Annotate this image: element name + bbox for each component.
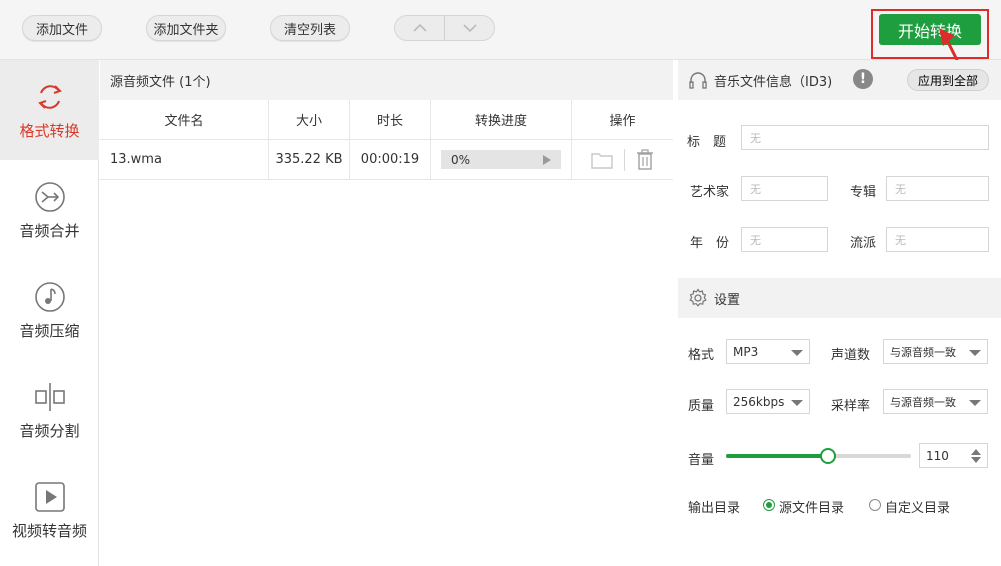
sidebar-item-audio-split[interactable]: 音频分割 (0, 360, 99, 460)
start-convert-button[interactable]: 开始转换 (879, 14, 981, 45)
play-icon[interactable] (543, 155, 551, 165)
samplerate-select[interactable]: 与源音频一致 (883, 389, 988, 414)
headphones-icon (689, 72, 707, 89)
volume-slider-handle[interactable] (819, 448, 836, 464)
album-label: 专辑 (850, 185, 877, 200)
folder-icon[interactable] (590, 150, 614, 170)
sidebar-item-label: 音频合并 (19, 221, 80, 240)
chevron-up-icon (412, 23, 427, 32)
apply-all-button[interactable]: 应用到全部 (906, 69, 989, 91)
quality-select[interactable]: 256kbps (726, 389, 810, 414)
divider (624, 148, 625, 171)
settings-section-header: 设置 (678, 278, 1001, 318)
file-duration: 00:00:19 (350, 140, 431, 179)
music-note-icon (34, 281, 65, 312)
file-name: 13.wma (100, 140, 269, 179)
sidebar-item-audio-compress[interactable]: 音频压缩 (0, 260, 99, 360)
chevron-down-icon (791, 400, 803, 406)
samplerate-label: 采样率 (831, 399, 871, 414)
clear-list-button[interactable]: 清空列表 (270, 15, 350, 41)
volume-label: 音量 (688, 453, 715, 468)
toolbar: 添加文件 添加文件夹 清空列表 开始转换 (0, 0, 1001, 77)
format-select[interactable]: MP3 (726, 339, 810, 364)
chevron-down-icon (791, 350, 803, 356)
sidebar-item-label: 音频压缩 (19, 321, 80, 340)
output-dir-label: 输出目录 (688, 501, 741, 516)
format-value: MP3 (733, 344, 759, 359)
progress-cell: 0% (431, 140, 572, 179)
id3-section-header: 音乐文件信息（ID3) ! 应用到全部 (678, 60, 1001, 100)
operations-cell (572, 140, 673, 179)
format-label: 格式 (688, 348, 715, 363)
progress-bar: 0% (441, 150, 561, 169)
move-buttons (394, 15, 495, 41)
title-input[interactable]: 无 (741, 125, 989, 150)
genre-label: 流派 (850, 236, 877, 251)
merge-icon (34, 181, 65, 212)
quality-label: 质量 (688, 399, 715, 414)
column-header: 时长 (350, 100, 431, 139)
channels-value: 与源音频一致 (890, 345, 956, 359)
play-icon (34, 481, 65, 512)
volume-value: 110 (926, 448, 949, 463)
add-folder-button[interactable]: 添加文件夹 (146, 15, 226, 41)
channels-label: 声道数 (831, 348, 871, 363)
add-file-button[interactable]: 添加文件 (22, 15, 102, 41)
info-icon[interactable]: ! (853, 69, 873, 89)
year-input[interactable]: 无 (741, 227, 828, 252)
chevron-down-icon (462, 24, 477, 33)
artist-label: 艺术家 (690, 185, 730, 200)
output-source-radio[interactable] (763, 499, 775, 511)
gear-icon (689, 288, 707, 307)
split-icon (34, 382, 65, 411)
artist-input[interactable]: 无 (741, 176, 828, 201)
file-list-title: 源音频文件 (1个) (110, 74, 211, 90)
sidebar-item-label: 格式转换 (19, 121, 80, 140)
right-panel: 音乐文件信息（ID3) ! 应用到全部 标 题 无 艺术家 无 专辑 无 年 份… (678, 60, 1001, 566)
table-header-row: 文件名 大小 时长 转换进度 操作 (100, 100, 673, 140)
album-input[interactable]: 无 (886, 176, 989, 201)
file-list-header: 源音频文件 (1个) (100, 60, 673, 100)
volume-slider[interactable] (726, 448, 911, 464)
samplerate-value: 与源音频一致 (890, 395, 956, 409)
year-label: 年 份 (690, 236, 730, 251)
settings-title: 设置 (714, 292, 741, 308)
column-header: 操作 (609, 114, 636, 129)
column-header: 转换进度 (431, 100, 572, 139)
progress-text: 0% (451, 152, 471, 167)
column-header: 文件名 (100, 100, 269, 139)
volume-stepper[interactable]: 110 (919, 443, 988, 468)
stepper-up-icon[interactable] (971, 449, 981, 455)
sidebar-item-audio-merge[interactable]: 音频合并 (0, 160, 99, 260)
output-custom-label[interactable]: 自定义目录 (885, 497, 950, 516)
refresh-icon (37, 84, 62, 109)
sidebar-item-format-convert[interactable]: 格式转换 (0, 60, 99, 160)
sidebar-item-label: 视频转音频 (11, 521, 87, 540)
sidebar-item-video-to-audio[interactable]: 视频转音频 (0, 460, 99, 560)
file-size: 335.22 KB (269, 140, 350, 179)
chevron-down-icon (969, 350, 981, 356)
output-custom-radio[interactable] (869, 499, 881, 511)
title-label: 标 题 (687, 135, 727, 150)
genre-input[interactable]: 无 (886, 227, 989, 252)
trash-icon[interactable] (635, 148, 655, 171)
channels-select[interactable]: 与源音频一致 (883, 339, 988, 364)
sidebar: 格式转换 音频合并 音频压缩 音频分割 视频转音频 (0, 60, 99, 566)
column-header: 大小 (269, 100, 350, 139)
sidebar-item-label: 音频分割 (19, 421, 80, 440)
stepper-down-icon[interactable] (971, 457, 981, 463)
table-row[interactable]: 13.wma 335.22 KB 00:00:19 0% (100, 140, 673, 180)
volume-slider-fill (726, 454, 828, 458)
quality-value: 256kbps (733, 394, 785, 409)
output-source-label[interactable]: 源文件目录 (779, 497, 844, 516)
move-down-button[interactable] (444, 16, 494, 40)
move-up-button[interactable] (395, 16, 444, 40)
file-table: 文件名 大小 时长 转换进度 操作 13.wma 335.22 KB 00:00… (100, 100, 673, 180)
id3-title: 音乐文件信息（ID3) (714, 74, 833, 90)
chevron-down-icon (969, 400, 981, 406)
